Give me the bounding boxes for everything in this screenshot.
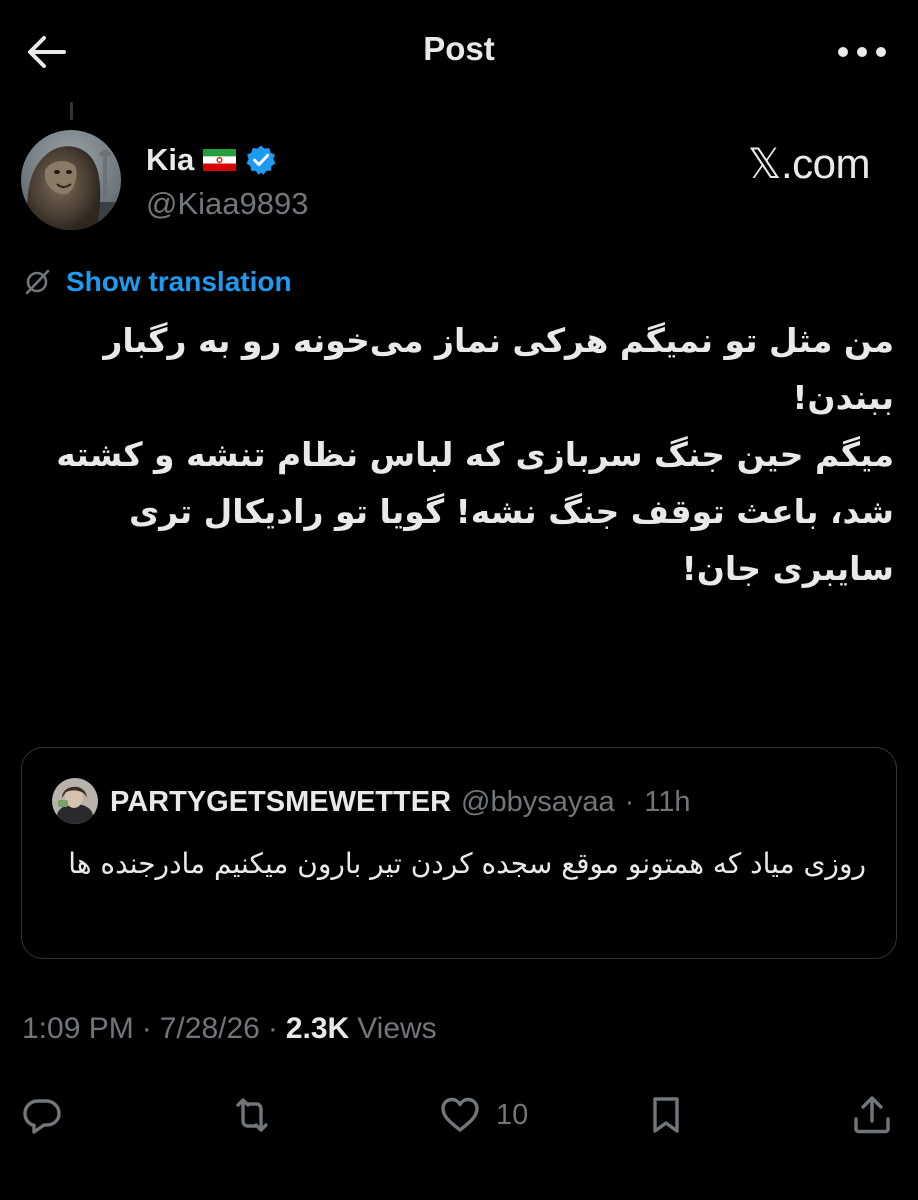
verified-badge-icon: [246, 145, 276, 175]
x-watermark: 𝕏.com: [747, 140, 871, 187]
heart-icon: [441, 1097, 479, 1132]
quoted-post-text: روزی میاد که همتونو موقع سجده کردن تیر ب…: [68, 847, 866, 880]
quoted-author-avatar[interactable]: [52, 778, 98, 824]
quoted-timestamp: 11h: [644, 786, 691, 818]
back-button[interactable]: [22, 30, 70, 74]
thread-connector-line: [70, 102, 73, 120]
meta-separator: ·: [141, 1012, 152, 1045]
post-metadata: 1:09 PM · 7/28/26 · 2.3K Views: [22, 1012, 437, 1046]
reply-button[interactable]: [20, 1090, 64, 1140]
quoted-author-row: PARTYGETSMEWETTER @bbysayaa · 11h: [110, 786, 691, 819]
repost-icon: [236, 1098, 268, 1132]
more-horizontal-icon: [838, 47, 886, 57]
quoted-author-name: PARTYGETSMEWETTER: [110, 786, 452, 818]
post-date: 7/28/26: [159, 1012, 260, 1045]
like-count: 10: [496, 1098, 529, 1131]
page-title: Post: [423, 30, 495, 67]
show-translation-link[interactable]: Show translation: [66, 266, 292, 298]
quoted-avatar-image: [52, 778, 98, 824]
lion-avatar-image: [21, 130, 121, 230]
bookmark-button[interactable]: [644, 1090, 688, 1140]
like-button[interactable]: 10: [438, 1090, 528, 1140]
share-button[interactable]: [850, 1090, 894, 1140]
author-handle[interactable]: @Kiaa9893: [146, 186, 308, 222]
repost-button[interactable]: [230, 1090, 274, 1140]
arrow-left-icon: [28, 36, 66, 68]
views-label[interactable]: Views: [357, 1012, 436, 1046]
reply-icon: [23, 1099, 61, 1134]
views-count[interactable]: 2.3K: [286, 1012, 349, 1046]
top-bar: Post: [0, 0, 918, 100]
meta-separator: ·: [267, 1012, 278, 1045]
translation-row: Show translation: [22, 266, 292, 298]
share-icon: [854, 1096, 890, 1134]
author-name-row: Kia: [146, 142, 277, 178]
quoted-author-handle: @bbysayaa: [461, 786, 615, 818]
quoted-separator: ·: [624, 786, 635, 818]
post-time: 1:09 PM: [22, 1012, 134, 1045]
post-text: من مثل تو نمیگم هرکی نماز می‌خونه رو به …: [56, 321, 894, 588]
author-name[interactable]: Kia: [146, 142, 194, 178]
more-options-button[interactable]: [834, 32, 890, 72]
bookmark-icon: [653, 1097, 679, 1133]
iran-flag-icon: [203, 149, 237, 171]
action-bar: 10: [0, 1080, 918, 1150]
quoted-post-card[interactable]: PARTYGETSMEWETTER @bbysayaa · 11h روزی م…: [21, 747, 897, 959]
author-avatar[interactable]: [21, 130, 121, 230]
translate-icon: [25, 269, 50, 295]
